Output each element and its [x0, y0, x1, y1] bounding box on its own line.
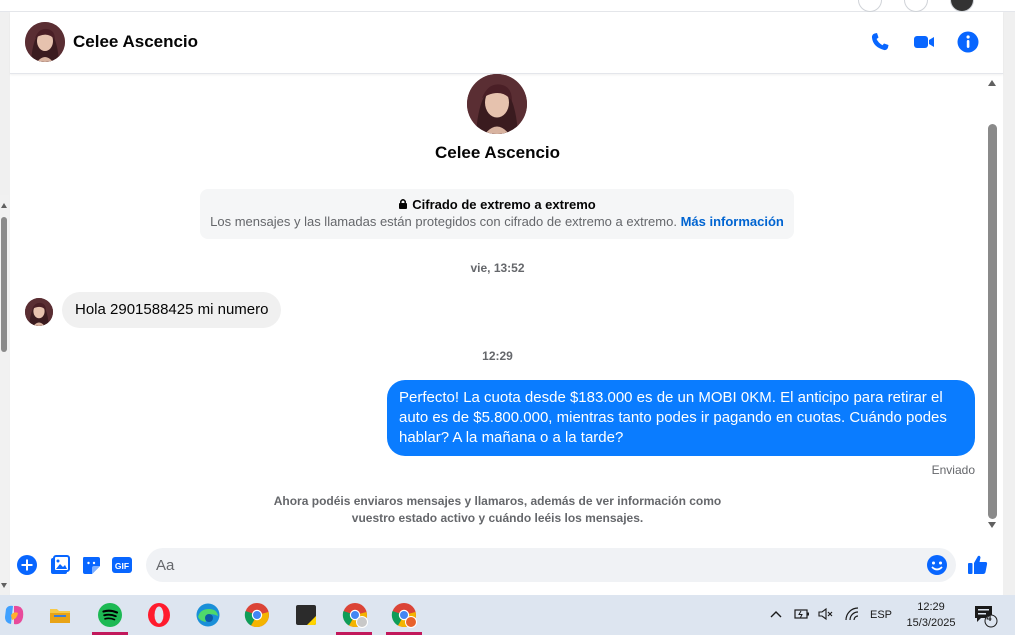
system-tray: ESP [770, 595, 892, 635]
chrome-profile-icon[interactable] [341, 601, 369, 629]
message-composer: GIF [10, 544, 1003, 595]
browser-top-strip [0, 0, 1015, 12]
add-icon[interactable] [16, 554, 38, 576]
info-icon[interactable] [956, 30, 980, 54]
contact-avatar[interactable] [25, 22, 65, 62]
message-input[interactable] [156, 548, 916, 582]
activity-notice-line: vuestro estado activo y cuándo leéis los… [351, 511, 644, 525]
scroll-down-arrow-icon[interactable] [1, 583, 7, 588]
gif-icon[interactable]: GIF [111, 554, 133, 576]
phone-icon[interactable] [868, 30, 892, 54]
chevron-up-icon[interactable] [770, 609, 784, 621]
gif-label: GIF [115, 561, 129, 571]
battery-icon[interactable] [794, 608, 812, 623]
chrome-icon[interactable] [243, 601, 271, 629]
sender-avatar[interactable] [25, 298, 53, 326]
language-indicator[interactable]: ESP [870, 609, 892, 621]
timestamp: 12:29 [482, 349, 513, 363]
notification-count: 4 [986, 613, 992, 623]
chat-header: Celee Ascencio [10, 12, 1003, 74]
encryption-notice: Cifrado de extremo a extremo Los mensaje… [200, 189, 794, 239]
video-icon[interactable] [912, 30, 936, 54]
scroll-up-arrow-icon[interactable] [1, 203, 7, 208]
scroll-up-arrow-icon[interactable] [988, 80, 996, 86]
wifi-icon[interactable] [844, 606, 862, 624]
volume-muted-icon[interactable] [818, 607, 836, 624]
system-clock[interactable]: 12:29 15/3/2025 [896, 599, 966, 631]
activity-notice: Ahora podéis enviaros mensajes y llamaro… [10, 493, 985, 527]
gallery-icon[interactable] [49, 554, 71, 576]
spotify-icon[interactable] [96, 601, 124, 629]
clock-time: 12:29 [917, 601, 945, 613]
message-status: Enviado [931, 463, 975, 477]
scroll-down-arrow-icon[interactable] [988, 522, 996, 528]
page-scrollbar[interactable] [0, 195, 9, 595]
notification-icon[interactable]: 4 [970, 601, 1000, 629]
encryption-body: Los mensajes y las llamadas están proteg… [210, 214, 677, 229]
clock-date: 15/3/2025 [906, 617, 956, 629]
scrollbar-thumb[interactable] [1, 217, 7, 352]
file-explorer-icon[interactable] [46, 601, 74, 629]
outgoing-message[interactable]: Perfecto! La cuota desde $183.000 es de … [387, 380, 975, 456]
encryption-title: Cifrado de extremo a extremo [412, 197, 596, 212]
chat-window: Celee Ascencio Celee Ascencio Cifrado de… [10, 12, 1003, 595]
profile-icon[interactable] [950, 0, 974, 12]
copilot-icon[interactable] [0, 601, 28, 629]
chat-scrollbar[interactable] [985, 74, 1003, 534]
timestamp: vie, 13:52 [470, 261, 525, 275]
incoming-message[interactable]: Hola 2901588425 mi numero [62, 292, 282, 328]
browser-button-icon[interactable] [858, 0, 882, 12]
message-list: Celee Ascencio Cifrado de extremo a extr… [10, 74, 985, 544]
message-input-container[interactable] [146, 548, 956, 582]
chrome-profile-2-icon[interactable] [390, 601, 418, 629]
sticker-icon[interactable] [80, 554, 102, 576]
emoji-icon[interactable] [926, 554, 948, 576]
sticky-notes-icon[interactable] [292, 601, 320, 629]
edge-icon[interactable] [194, 601, 222, 629]
scrollbar-thumb[interactable] [988, 124, 997, 519]
activity-notice-line: Ahora podéis enviaros mensajes y llamaro… [273, 494, 722, 508]
taskbar: ESP 12:29 15/3/2025 4 [0, 595, 1015, 635]
opera-icon[interactable] [145, 601, 173, 629]
lock-icon [398, 197, 408, 212]
profile-name[interactable]: Celee Ascencio [10, 143, 985, 163]
browser-button-icon[interactable] [904, 0, 928, 12]
profile-avatar[interactable] [467, 74, 527, 134]
like-icon[interactable] [966, 553, 990, 577]
contact-name[interactable]: Celee Ascencio [73, 32, 198, 52]
more-info-link[interactable]: Más información [681, 214, 784, 229]
